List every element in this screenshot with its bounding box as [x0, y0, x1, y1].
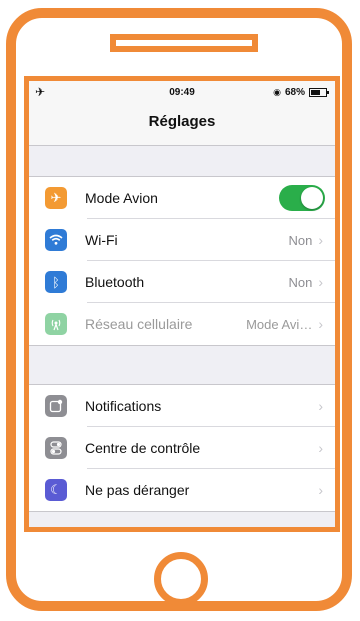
settings-row-label: Mode Avion [85, 190, 158, 206]
control-center-icon [45, 437, 67, 459]
speaker-slot [110, 34, 258, 52]
settings-row-wifi[interactable]: Wi-Fi Non › [29, 219, 335, 261]
settings-group-system: Notifications › Centre de contrôle › ☾ N… [29, 385, 335, 511]
chevron-right-icon: › [318, 274, 323, 290]
notifications-icon [45, 395, 67, 417]
settings-row-value: Non [288, 274, 313, 290]
section-spacer [29, 511, 335, 527]
home-button[interactable] [154, 552, 208, 606]
status-bar: ✈ 09:49 ◉ 68% [29, 81, 335, 105]
phone-screen: ✈ 09:49 ◉ 68% Réglages ✈ Mode Avion Wi-F… [24, 76, 340, 532]
settings-row-bluetooth[interactable]: ᛒ Bluetooth Non › [29, 261, 335, 303]
chevron-right-icon: › [318, 398, 323, 414]
cellular-icon [45, 313, 67, 335]
settings-row-label: Notifications [85, 398, 162, 414]
settings-row-cellular[interactable]: Réseau cellulaire Mode Avi… › [29, 303, 335, 345]
bluetooth-icon: ᛒ [45, 271, 67, 293]
airplane-mode-toggle[interactable] [279, 185, 325, 211]
chevron-right-icon: › [318, 316, 323, 332]
settings-row-airplane-mode[interactable]: ✈ Mode Avion [29, 177, 335, 219]
wifi-icon [45, 229, 67, 251]
chevron-right-icon: › [318, 232, 323, 248]
settings-row-label: Bluetooth [85, 274, 145, 290]
moon-icon: ☾ [45, 479, 67, 501]
section-spacer [29, 345, 335, 385]
settings-row-notifications[interactable]: Notifications › [29, 385, 335, 427]
chevron-right-icon: › [318, 440, 323, 456]
settings-row-value: Non [288, 232, 313, 248]
settings-row-value: Mode Avi… [246, 316, 313, 332]
settings-row-control-center[interactable]: Centre de contrôle › [29, 427, 335, 469]
airplane-icon: ✈ [45, 187, 67, 209]
battery-percent: 68% [284, 87, 305, 98]
settings-group-connectivity: ✈ Mode Avion Wi-Fi Non › ᛒ Bluetooth Non… [29, 177, 335, 345]
settings-row-label: Ne pas déranger [85, 482, 190, 498]
section-spacer [29, 146, 335, 177]
settings-row-label: Wi-Fi [85, 232, 118, 248]
settings-row-do-not-disturb[interactable]: ☾ Ne pas déranger › [29, 469, 335, 511]
battery-icon [309, 88, 329, 97]
settings-row-label: Réseau cellulaire [85, 316, 193, 332]
settings-row-label: Centre de contrôle [85, 440, 201, 456]
chevron-right-icon: › [318, 482, 323, 498]
orientation-lock-icon: ◉ [273, 87, 281, 97]
status-right: ◉ 68% [273, 87, 329, 98]
page-title: Réglages [29, 105, 335, 146]
